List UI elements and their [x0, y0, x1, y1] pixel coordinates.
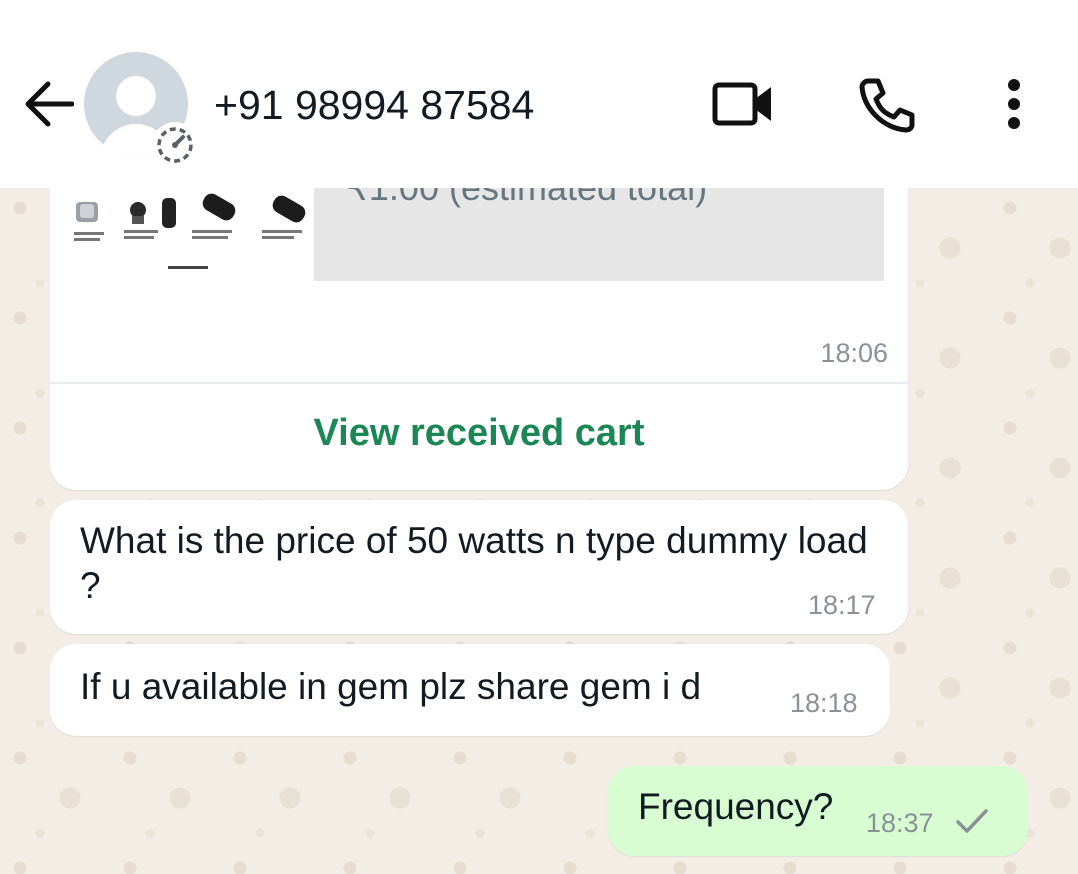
voice-call-button[interactable]	[856, 76, 918, 136]
more-options-button[interactable]	[994, 78, 1034, 134]
phone-icon	[858, 75, 916, 138]
back-button[interactable]	[20, 78, 76, 134]
message-time: 18:06	[820, 338, 888, 368]
message-text: What is the price of 50 watts n type dum…	[80, 520, 868, 606]
status-timer-icon	[152, 122, 198, 168]
incoming-message[interactable]: If u available in gem plz share gem i d …	[50, 644, 890, 736]
divider	[50, 382, 908, 384]
contact-name[interactable]: +91 98994 87584	[214, 80, 534, 130]
incoming-message[interactable]: What is the price of 50 watts n type dum…	[50, 500, 908, 634]
chat-header: +91 98994 87584	[0, 0, 1078, 188]
message-text: Frequency?	[638, 786, 834, 827]
arrow-left-icon	[22, 80, 75, 133]
message-time: 18:37	[866, 808, 934, 838]
outgoing-message[interactable]: Frequency? 18:37	[608, 766, 1028, 856]
cart-product-image	[72, 190, 314, 280]
message-time: 18:18	[790, 688, 858, 718]
video-call-button[interactable]	[710, 78, 776, 134]
more-vertical-icon	[1004, 77, 1024, 136]
message-time: 18:17	[808, 590, 876, 620]
view-received-cart-button[interactable]: View received cart	[50, 412, 908, 455]
cart-message[interactable]: ₹1.00 (estimated total) 18:06 View recei…	[50, 150, 908, 490]
video-call-icon	[711, 79, 775, 134]
sent-check-icon	[954, 806, 990, 841]
message-text: If u available in gem plz share gem i d	[80, 666, 702, 707]
